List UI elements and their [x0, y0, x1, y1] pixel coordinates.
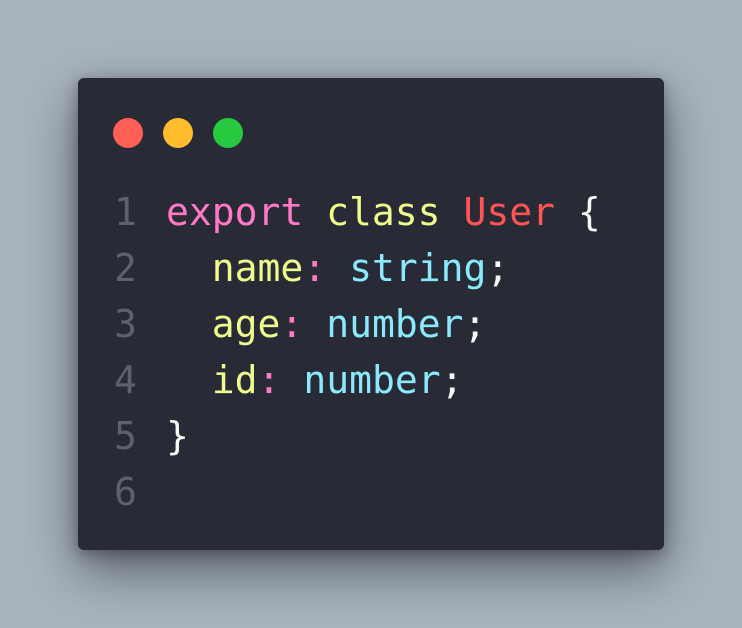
code-token-punct — [326, 246, 349, 290]
code-line: 4 id: number; — [114, 352, 601, 408]
code-block: 1 export class User {2 name: string; 3 age… — [114, 184, 601, 520]
window-controls — [113, 118, 243, 148]
code-token-punct: { — [554, 190, 601, 234]
code-token-property: name — [211, 246, 304, 290]
line-number: 2 — [114, 246, 137, 290]
code-text: age: number; — [166, 296, 487, 352]
code-token-punct — [166, 358, 212, 402]
code-token-colon: : — [280, 302, 304, 346]
code-line: 5} — [114, 408, 601, 464]
code-token-type: number — [303, 358, 441, 402]
line-number: 5 — [114, 414, 137, 458]
code-token-punct — [280, 358, 303, 402]
code-text: export class User { — [166, 184, 601, 240]
line-number: 6 — [114, 470, 137, 514]
code-line: 2 name: string; — [114, 240, 601, 296]
code-text: name: string; — [166, 240, 509, 296]
code-token-punct — [303, 302, 326, 346]
code-token-property: id — [211, 358, 258, 402]
code-token-colon: : — [257, 358, 281, 402]
code-token-punct — [166, 246, 212, 290]
code-token-punct: ; — [486, 246, 510, 290]
code-token-punct — [441, 190, 464, 234]
minimize-dot-icon[interactable] — [163, 118, 193, 148]
line-number: 3 — [114, 302, 137, 346]
maximize-dot-icon[interactable] — [213, 118, 243, 148]
line-number: 4 — [114, 358, 137, 402]
code-token-type: string — [349, 246, 487, 290]
line-number: 1 — [114, 190, 137, 234]
code-token-punct: ; — [440, 358, 464, 402]
code-token-type: number — [326, 302, 464, 346]
code-line: 3 age: number; — [114, 296, 601, 352]
code-token-type-name: User — [463, 190, 555, 234]
code-token-property: age — [211, 302, 281, 346]
code-token-punct: } — [166, 414, 189, 458]
code-token-punct — [166, 302, 212, 346]
code-text: id: number; — [166, 352, 464, 408]
close-dot-icon[interactable] — [113, 118, 143, 148]
code-text: } — [166, 408, 189, 464]
code-window: 1 export class User {2 name: string; 3 age… — [78, 78, 664, 550]
code-token-punct: ; — [463, 302, 487, 346]
code-token-class-kw: class — [326, 190, 441, 234]
code-line: 6 — [114, 464, 601, 520]
code-line: 1 export class User { — [114, 184, 601, 240]
code-token-colon: : — [303, 246, 327, 290]
code-token-punct — [303, 190, 326, 234]
code-token-keyword: export — [166, 190, 304, 234]
